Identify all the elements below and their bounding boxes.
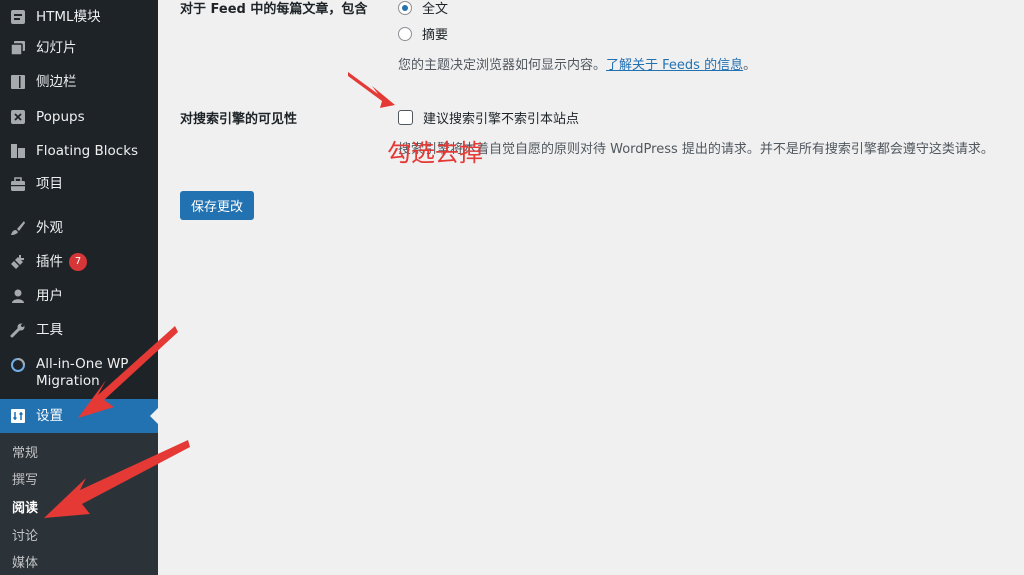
appearance-brush-icon xyxy=(9,219,27,237)
radio-label: 全文 xyxy=(422,2,449,17)
feed-description: 您的主题决定浏览器如何显示内容。了解关于 Feeds 的信息。 xyxy=(398,54,756,73)
annotation-text: 勾选去掉 xyxy=(387,139,483,167)
menu-item-plugins[interactable]: 插件 7 xyxy=(0,245,158,279)
radio-label: 摘要 xyxy=(422,28,449,43)
search-visibility-description: 搜索引擎将本着自觉自愿的原则对待 WordPress 提出的请求。并不是所有搜索… xyxy=(398,142,994,157)
current-menu-arrow xyxy=(150,408,158,424)
migration-icon xyxy=(9,356,27,374)
learn-feeds-link[interactable]: 了解关于 Feeds 的信息 xyxy=(606,58,743,73)
menu-item-settings[interactable]: 设置 xyxy=(0,399,158,433)
radio-button[interactable] xyxy=(398,26,412,41)
radio-full-text[interactable]: 全文 xyxy=(398,0,448,17)
menu-item-floating-blocks[interactable]: Floating Blocks xyxy=(0,134,158,168)
menu-label: All-in-One WP Migration xyxy=(36,356,129,389)
sidebar-icon xyxy=(9,73,27,91)
menu-item-sidebar[interactable]: 侧边栏 xyxy=(0,65,158,99)
menu-item-html-block[interactable]: HTML模块 xyxy=(0,0,158,34)
menu-label: Floating Blocks xyxy=(36,142,139,159)
menu-label: 用户 xyxy=(36,287,63,304)
menu-item-projects[interactable]: 项目 xyxy=(0,167,158,201)
settings-icon xyxy=(9,407,27,425)
settings-submenu: 常规 撰写 阅读 讨论 媒体 xyxy=(0,433,158,575)
menu-label: 侧边栏 xyxy=(36,73,77,90)
checkbox-label: 建议搜索引擎不索引本站点 xyxy=(423,112,580,127)
discourage-search-checkbox[interactable] xyxy=(398,110,413,125)
settings-content: 对于 Feed 中的每篇文章，包含 全文 摘要 您的主题决定浏览器如何显示内容。… xyxy=(158,0,1024,575)
radio-button[interactable] xyxy=(398,0,412,15)
user-icon xyxy=(9,287,27,305)
menu-label: 工具 xyxy=(36,321,63,338)
submenu-item-general[interactable]: 常规 xyxy=(12,445,38,462)
save-changes-button[interactable]: 保存更改 xyxy=(180,191,254,220)
submenu-item-writing[interactable]: 撰写 xyxy=(12,472,38,489)
menu-label: 外观 xyxy=(36,219,63,236)
radio-excerpt[interactable]: 摘要 xyxy=(398,24,448,43)
menu-label: 项目 xyxy=(36,175,63,192)
html-block-icon xyxy=(9,8,27,26)
admin-sidebar: HTML模块 幻灯片 侧边栏 Popups Floating Blocks 项目 xyxy=(0,0,158,575)
submenu-item-media[interactable]: 媒体 xyxy=(12,555,38,572)
menu-item-users[interactable]: 用户 xyxy=(0,279,158,313)
menu-item-all-in-one-wp-migration[interactable]: All-in-One WP Migration xyxy=(0,356,158,392)
slides-icon xyxy=(9,39,27,57)
submenu-item-discussion[interactable]: 讨论 xyxy=(12,528,38,545)
menu-item-tools[interactable]: 工具 xyxy=(0,313,158,347)
floating-blocks-icon xyxy=(9,142,27,160)
menu-label: Popups xyxy=(36,108,85,125)
menu-label: 设置 xyxy=(36,407,63,424)
plugin-icon xyxy=(9,253,27,271)
search-visibility-label: 对搜索引擎的可见性 xyxy=(180,112,298,127)
menu-label: 插件 xyxy=(36,253,63,270)
popups-icon xyxy=(9,108,27,126)
menu-item-popups[interactable]: Popups xyxy=(0,100,158,134)
menu-label: HTML模块 xyxy=(36,8,101,25)
menu-label: 幻灯片 xyxy=(36,39,77,56)
feed-description-text: 您的主题决定浏览器如何显示内容。 xyxy=(398,58,607,73)
briefcase-icon xyxy=(9,175,27,193)
submenu-item-reading[interactable]: 阅读 xyxy=(12,500,38,517)
wrench-icon xyxy=(9,321,27,339)
menu-item-slides[interactable]: 幻灯片 xyxy=(0,31,158,65)
discourage-search-checkbox-row[interactable]: 建议搜索引擎不索引本站点 xyxy=(398,108,579,127)
plugin-update-badge: 7 xyxy=(69,253,87,271)
menu-item-appearance[interactable]: 外观 xyxy=(0,211,158,245)
feed-description-suffix: 。 xyxy=(743,58,757,73)
feed-content-label: 对于 Feed 中的每篇文章，包含 xyxy=(180,2,368,17)
